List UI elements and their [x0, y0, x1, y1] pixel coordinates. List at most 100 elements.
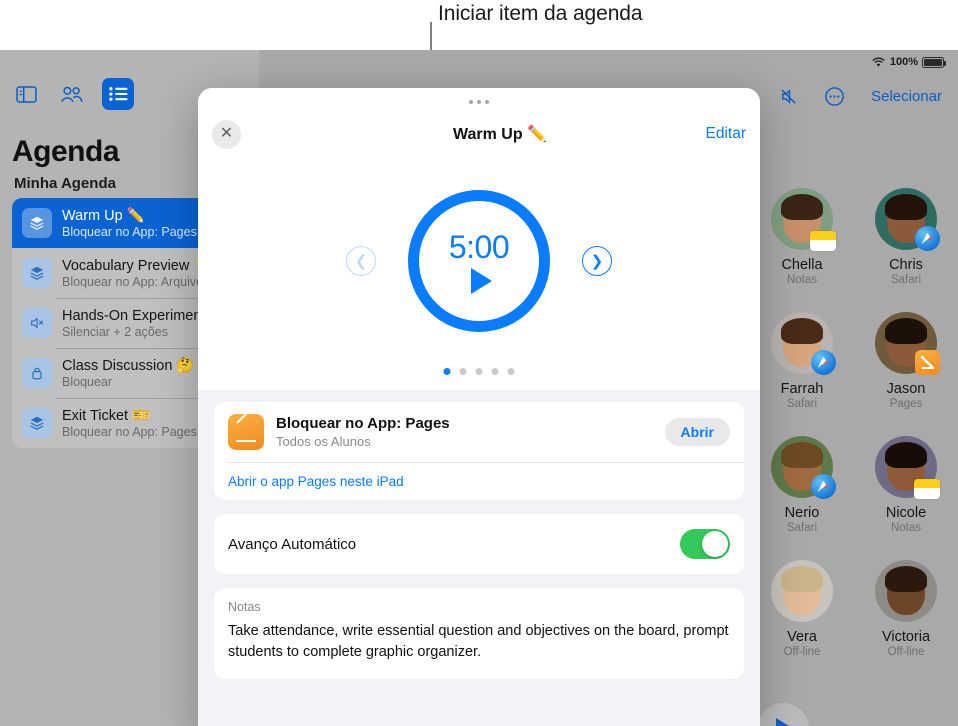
student-tile[interactable]: Nerio Safari [750, 436, 854, 534]
agenda-item-text: Vocabulary Preview 💡 Bloquear no App: Arq… [62, 257, 217, 289]
mute-icon[interactable] [779, 87, 798, 106]
page-dots [443, 368, 515, 375]
agenda-item-desc: Bloquear no App: Pages [62, 225, 197, 239]
avatar [875, 560, 937, 622]
battery-percent: 100% [889, 56, 918, 68]
play-icon [776, 718, 794, 726]
mute-icon [22, 308, 52, 338]
student-name: Farrah [780, 381, 824, 397]
avatar-wrap [771, 312, 836, 375]
people-icon[interactable] [56, 78, 88, 110]
student-tile[interactable]: Vera Off-line [750, 560, 854, 658]
agenda-item-name: Class Discussion 🤔 [62, 358, 195, 374]
avatar-wrap [875, 312, 940, 375]
edit-button[interactable]: Editar [706, 125, 747, 143]
callout-label: Iniciar item da agenda [438, 2, 643, 25]
page-dot[interactable] [507, 368, 515, 375]
student-name: Victoria [881, 629, 931, 645]
lock-icon [22, 358, 52, 388]
drag-handle[interactable] [469, 100, 489, 104]
modal-title: Warm Up ✏️ [453, 126, 547, 143]
pages-badge-icon [915, 350, 940, 375]
more-icon[interactable] [824, 86, 845, 107]
notes-card[interactable]: Notas Take attendance, write essential q… [214, 588, 744, 680]
agenda-item-desc: Bloquear no App: Arquivos · [62, 275, 217, 289]
sidebar-toolbar [10, 78, 134, 110]
student-name: Vera [787, 629, 817, 645]
app-text: Bloquear no App: Pages Todos os Alunos [276, 415, 653, 449]
layers-icon [22, 258, 52, 288]
app-lock-card: Bloquear no App: Pages Todos os Alunos A… [214, 402, 744, 500]
layers-icon [22, 408, 52, 438]
student-name: Chella [781, 257, 823, 273]
student-name: Jason [886, 381, 926, 397]
page-dot[interactable] [459, 368, 467, 375]
notes-label: Notas [228, 600, 261, 614]
sidebar-section-header: Minha Agenda [14, 175, 116, 192]
avatar-wrap [875, 188, 940, 251]
student-tile[interactable]: Chella Notas [750, 188, 854, 286]
agenda-item-desc: Bloquear no App: Pages [62, 425, 197, 439]
modal-header: ✕ Warm Up ✏️ Editar [198, 114, 760, 154]
student-status: Notas [890, 522, 922, 534]
agenda-item-text: Exit Ticket 🎫 Bloquear no App: Pages [62, 407, 197, 439]
sidebar-toggle-icon[interactable] [10, 78, 42, 110]
agenda-item-text: Warm Up ✏️ Bloquear no App: Pages [62, 207, 197, 239]
student-status: Safari [786, 522, 818, 534]
app-title: Bloquear no App: Pages [276, 415, 450, 432]
student-tile[interactable]: Jason Pages [854, 312, 958, 410]
select-button[interactable]: Selecionar [871, 88, 942, 105]
student-tile[interactable]: Nicole Notas [854, 436, 958, 534]
auto-advance-toggle[interactable] [680, 529, 730, 559]
student-status: Safari [890, 274, 922, 286]
open-app-link[interactable]: Abrir o app Pages neste iPad [214, 463, 744, 500]
start-session-button[interactable] [757, 703, 809, 726]
avatar-wrap [771, 436, 836, 499]
student-status: Off-line [783, 646, 821, 658]
student-tile[interactable]: Farrah Safari [750, 312, 854, 410]
student-status: Pages [889, 398, 923, 410]
agenda-item-name: Exit Ticket 🎫 [62, 408, 151, 424]
page-dot[interactable] [475, 368, 483, 375]
page-title: Agenda [12, 135, 120, 168]
close-icon[interactable]: ✕ [212, 119, 241, 149]
auto-advance-card: Avanço Automático [214, 514, 744, 574]
student-name: Nerio [784, 505, 820, 521]
student-tile[interactable]: Victoria Off-line [854, 560, 958, 658]
timer-dial[interactable]: 5:00 [408, 190, 550, 332]
avatar-wrap [771, 188, 836, 251]
page-dot[interactable] [443, 368, 451, 375]
avatar-wrap [771, 560, 833, 622]
play-icon[interactable] [471, 267, 492, 294]
open-button[interactable]: Abrir [664, 418, 730, 446]
agenda-item-modal: ✕ Warm Up ✏️ Editar ❮ 5:00 ❯ Bloquear no… [198, 88, 760, 726]
student-tile[interactable]: Chris Safari [854, 188, 958, 286]
battery-full-icon [922, 56, 946, 68]
notes-text: Take attendance, write essential questio… [228, 623, 729, 661]
safari-badge-icon [915, 226, 940, 251]
chevron-right-circle-icon[interactable]: ❯ [582, 246, 612, 276]
timer-zone: ❮ 5:00 ❯ [198, 166, 760, 356]
student-name: Nicole [885, 505, 927, 521]
student-status: Off-line [887, 646, 925, 658]
wifi-icon [872, 57, 885, 66]
student-status: Safari [786, 398, 818, 410]
timer-value: 5:00 [448, 228, 510, 265]
modal-body: Bloquear no App: Pages Todos os Alunos A… [198, 390, 760, 726]
student-status: Notas [786, 274, 818, 286]
avatar-wrap [875, 436, 940, 499]
page-dot[interactable] [491, 368, 499, 375]
agenda-item-desc: Bloquear [62, 375, 113, 389]
safari-badge-icon [811, 350, 836, 375]
avatar [771, 560, 833, 622]
pages-app-icon [228, 414, 264, 450]
auto-advance-label: Avanço Automático [228, 535, 357, 553]
agenda-item-text: Class Discussion 🤔 Bloquear [62, 357, 194, 389]
layers-icon [22, 208, 52, 238]
safari-badge-icon [811, 474, 836, 499]
auto-advance-row: Avanço Automático [214, 514, 744, 574]
notas-badge-icon [810, 231, 836, 251]
list-icon[interactable] [102, 78, 134, 110]
chevron-left-circle-icon[interactable]: ❮ [346, 246, 376, 276]
app-subtitle: Todos os Alunos [276, 434, 371, 449]
